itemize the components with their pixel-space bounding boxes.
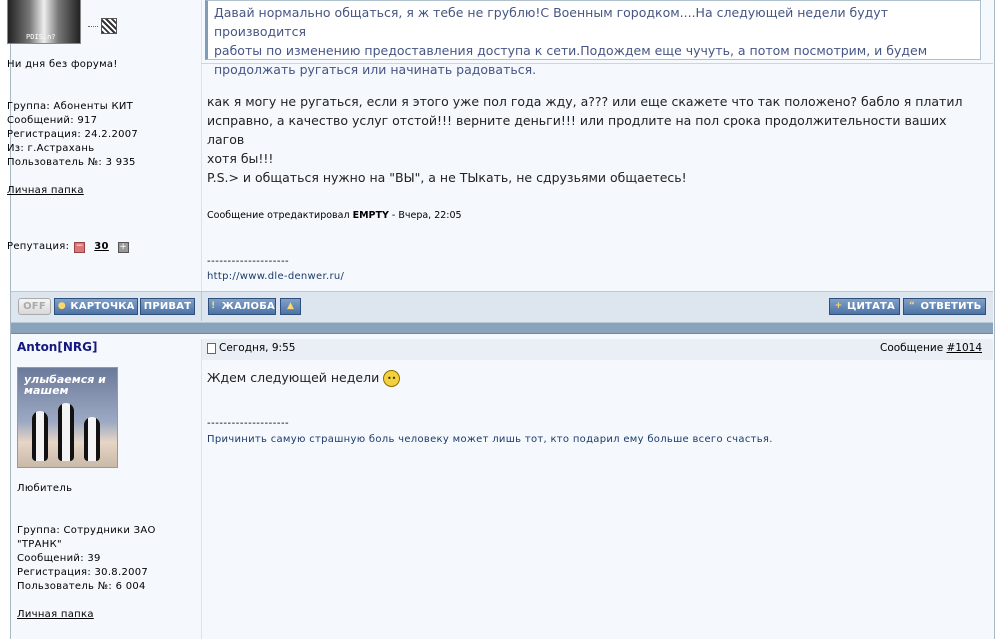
user-messages: Сообщений: 39 — [17, 553, 101, 564]
signature-link[interactable]: http://www.dle-denwer.ru/ — [207, 271, 344, 282]
post-date-text: Сегодня, 9:55 — [219, 342, 296, 354]
user-number: Пользователь №: 6 004 — [17, 581, 146, 592]
user-title: Ни дня без форума! — [7, 59, 118, 70]
signature-separator: -------------------- — [207, 256, 290, 267]
user-registered: Регистрация: 24.2.2007 — [7, 129, 139, 140]
post-date: Сегодня, 9:55 — [207, 342, 295, 354]
button-label: ПРИВАТ — [143, 301, 192, 312]
column-divider — [201, 339, 202, 639]
button-label: ЖАЛОБА — [221, 301, 275, 312]
reputation-label: Репутация: — [7, 241, 70, 252]
penguin-image — [84, 417, 100, 461]
post-body-line: исправно, а качество услуг отстой!!! вер… — [207, 113, 947, 147]
post-number-link[interactable]: #1014 — [947, 342, 983, 354]
profile-card-button[interactable]: ● КАРТОЧКА — [54, 298, 138, 315]
edited-user: EMPTY — [352, 210, 389, 221]
post-body-line: хотя бы!!! — [207, 151, 274, 166]
personal-folder-link[interactable]: Личная папка — [7, 185, 84, 196]
post-number: Сообщение #1014 — [880, 342, 982, 354]
edited-time: - Вчера, 22:05 — [391, 210, 462, 221]
button-label: КАРТОЧКА — [70, 301, 135, 312]
user-group: Группа: Сотрудники ЗАО — [17, 525, 156, 536]
post-body-text: Ждем следующей недели — [207, 370, 380, 385]
private-message-button[interactable]: ПРИВАТ — [140, 298, 195, 315]
plus-icon: + — [834, 301, 843, 311]
post-body-line: как я могу не ругаться, если я этого уже… — [207, 94, 963, 109]
signature-text: Причинить самую страшную боль человеку м… — [207, 434, 773, 445]
post-body: Ждем следующей недели •• — [207, 368, 977, 387]
online-status-button[interactable]: OFF — [18, 298, 51, 315]
user-location: Из: г.Астрахань — [7, 143, 95, 154]
user-registered: Регистрация: 30.8.2007 — [17, 567, 149, 578]
user-icon: ● — [57, 301, 66, 311]
post-ps: P.S.> и общаться нужно на "ВЫ", а не ТЫк… — [207, 170, 687, 185]
post-document-icon — [207, 342, 216, 354]
badge-icon — [101, 18, 117, 34]
button-label: ОТВЕТИТЬ — [920, 301, 982, 312]
complaint-button[interactable]: ! ЖАЛОБА — [208, 298, 276, 315]
penguin-image — [58, 403, 74, 461]
column-divider — [201, 0, 202, 291]
divider — [88, 26, 98, 27]
reputation: Репутация: − 30 + — [7, 240, 129, 254]
status-label: OFF — [23, 301, 46, 312]
signature-separator: -------------------- — [207, 418, 290, 429]
scroll-top-button[interactable]: ▲ — [280, 298, 301, 315]
avatar-caption: улыбаемся и машем — [24, 373, 106, 397]
post-body: как я могу не ругаться, если я этого уже… — [207, 92, 977, 168]
button-label: ЦИТАТА — [847, 301, 895, 312]
user-group-cont: "ТРАНК" — [17, 539, 62, 550]
user-group: Группа: Абоненты КИТ — [7, 101, 134, 112]
exclamation-icon: ! — [211, 301, 216, 311]
reply-button[interactable]: “ ОТВЕТИТЬ — [903, 298, 986, 315]
avatar-caption: PDIS.n? — [26, 33, 56, 41]
quote-block: Давай нормально общаться, я ж тебе не гр… — [205, 0, 981, 77]
post-number-label: Сообщение — [880, 342, 944, 354]
user-messages: Сообщений: 917 — [7, 115, 98, 126]
divider — [201, 63, 993, 64]
edited-note: Сообщение отредактировал EMPTY - Вчера, … — [207, 210, 462, 221]
edited-prefix: Сообщение отредактировал — [207, 210, 350, 221]
user-avatar[interactable]: PDIS.n? — [7, 0, 81, 44]
reputation-plus-icon[interactable]: + — [117, 241, 129, 253]
reputation-value[interactable]: 30 — [94, 240, 109, 254]
penguin-image — [32, 411, 48, 461]
user-number: Пользователь №: 3 935 — [7, 157, 136, 168]
reputation-minus-icon[interactable]: − — [74, 241, 86, 253]
post-separator — [11, 323, 993, 334]
arrow-up-icon: ▲ — [286, 301, 295, 311]
quote-line: Давай нормально общаться, я ж тебе не гр… — [214, 5, 888, 39]
quote-line: работы по изменению предоставления досту… — [214, 43, 928, 58]
quote-button[interactable]: + ЦИТАТА — [829, 298, 900, 315]
user-avatar[interactable]: улыбаемся и машем — [17, 367, 118, 468]
user-title: Любитель — [17, 483, 73, 494]
username-link[interactable]: Anton[NRG] — [17, 340, 97, 354]
quote-marks-icon: “ — [908, 301, 916, 311]
post-header-right — [202, 339, 993, 360]
personal-folder-link[interactable]: Личная папка — [17, 609, 94, 620]
smiley-icon: •• — [383, 370, 401, 387]
column-divider — [201, 291, 202, 321]
